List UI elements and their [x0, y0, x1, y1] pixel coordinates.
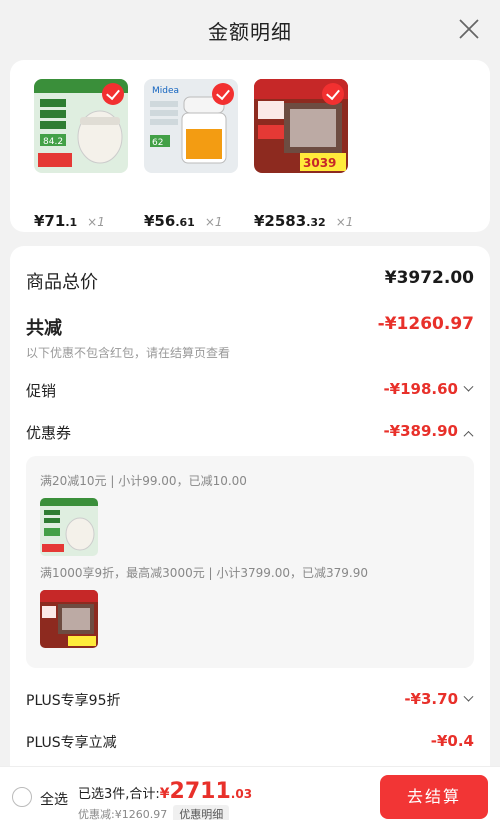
selected-summary: 已选3件,合计:	[78, 787, 160, 802]
product-price: ¥56.61 ×1	[144, 212, 223, 230]
page-title: 金额明细	[208, 20, 292, 44]
header: 金额明细	[0, 0, 500, 58]
thumb-label: 84.2	[43, 137, 63, 147]
checkout-button[interactable]: 去结算	[380, 775, 488, 819]
product-price: ¥2583.32 ×1	[254, 212, 354, 230]
coupon-product-image	[40, 498, 98, 556]
promo-label: 促销	[26, 382, 57, 400]
total-decimal: .03	[230, 787, 253, 801]
thumb-label: 62	[152, 138, 163, 148]
product-image[interactable]: 3039	[254, 79, 348, 173]
product-image[interactable]: 84.2	[34, 79, 128, 173]
discount-detail-button[interactable]: 优惠明细	[173, 805, 230, 820]
selected-check-icon[interactable]	[102, 83, 124, 105]
close-icon[interactable]	[458, 18, 480, 40]
selected-check-icon[interactable]	[322, 83, 344, 105]
discount-note: 以下优惠不包含红包，请在结算页查看	[26, 346, 231, 360]
select-all-radio[interactable]	[12, 787, 32, 807]
coupon-row[interactable]: 优惠券 -¥389.90	[26, 422, 474, 444]
total-price-value: ¥3972.00	[384, 268, 474, 288]
total-price-row: 商品总价 ¥3972.00	[26, 268, 474, 293]
total-currency: ¥	[159, 786, 170, 802]
coupon-rule-1: 满20减10元 | 小计99.00，已减10.00	[40, 474, 247, 488]
coupon-product-image	[40, 590, 98, 648]
bottom-bar: 全选 已选3件,合计:¥2711.03 优惠减:¥1260.97 优惠明细 去结算	[0, 766, 500, 820]
thumb-label: 3039	[303, 156, 336, 170]
plus95-label: PLUS专享95折	[26, 693, 121, 709]
chevron-down-icon[interactable]	[463, 381, 474, 392]
svg-text:Midea: Midea	[152, 86, 179, 96]
discount-row: 共减 -¥1260.97	[26, 314, 474, 339]
saved-amount: 优惠减:¥1260.97 优惠明细	[78, 805, 230, 820]
coupon-details-box: 满20减10元 | 小计99.00，已减10.00 满1000享9折，最高减30…	[26, 456, 474, 668]
product-image[interactable]: Midea 62	[144, 79, 238, 173]
discount-note-row: 以下优惠不包含红包，请在结算页查看	[26, 344, 474, 360]
plus95-value: -¥3.70	[404, 690, 458, 708]
total-price-label: 商品总价	[26, 272, 98, 293]
coupon-label: 优惠券	[26, 424, 72, 442]
coupon-value: -¥389.90	[383, 422, 458, 440]
promo-value: -¥198.60	[383, 380, 458, 398]
select-all-label[interactable]: 全选	[40, 789, 68, 809]
product-price: ¥71.1 ×1	[34, 212, 105, 230]
chevron-up-icon[interactable]	[463, 430, 474, 441]
discount-label: 共减	[26, 318, 62, 339]
products-card: 84.2 ¥71.1 ×1 Midea 62 ¥56.61 ×1 3039 ¥2…	[10, 60, 490, 232]
discount-value: -¥1260.97	[377, 314, 474, 334]
amount-details-card: 商品总价 ¥3972.00 共减 -¥1260.97 以下优惠不包含红包，请在结…	[10, 246, 490, 786]
promo-row[interactable]: 促销 -¥198.60	[26, 380, 474, 402]
coupon-rule-2: 满1000享9折，最高减3000元 | 小计3799.00，已减379.90	[40, 566, 368, 580]
order-summary: 已选3件,合计:¥2711.03	[78, 779, 252, 804]
chevron-down-icon[interactable]	[463, 691, 474, 702]
plus-direct-label: PLUS专享立减	[26, 735, 117, 751]
total-amount: 2711	[169, 779, 231, 804]
plus-direct-value: -¥0.4	[430, 732, 474, 750]
selected-check-icon[interactable]	[212, 83, 234, 105]
saved-text: 优惠减:¥1260.97	[78, 808, 168, 820]
plus-direct-row: PLUS专享立减 -¥0.4	[26, 732, 474, 754]
plus95-row[interactable]: PLUS专享95折 -¥3.70	[26, 690, 474, 712]
